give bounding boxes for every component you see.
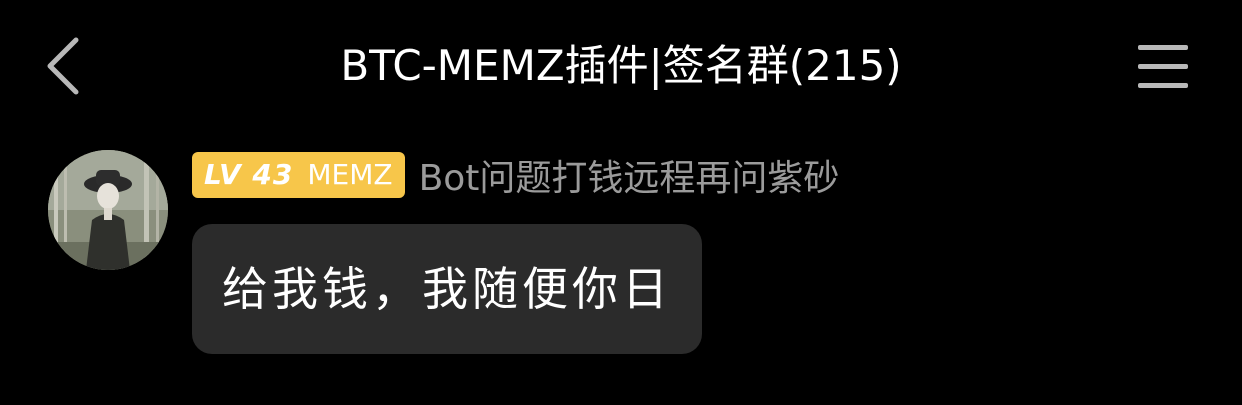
badge-name: MEMZ <box>307 158 393 191</box>
avatar-image <box>48 150 168 270</box>
level-text: LV 43 <box>204 158 294 191</box>
chat-title: BTC-MEMZ插件|签名群(215) <box>340 41 902 90</box>
hamburger-menu-icon <box>1138 45 1188 88</box>
chevron-left-icon <box>47 37 79 95</box>
avatar[interactable] <box>48 150 168 270</box>
sender-name[interactable]: Bot问题打钱远程再问紫砂 <box>419 149 840 201</box>
message-row: LV 43 MEMZ Bot问题打钱远程再问紫砂 给我钱，我随便你日 <box>48 150 1208 370</box>
menu-button[interactable] <box>1136 42 1192 92</box>
message-bubble[interactable]: 给我钱，我随便你日 <box>192 224 702 354</box>
level-badge: LV 43 MEMZ <box>192 152 405 198</box>
sender-line: LV 43 MEMZ Bot问题打钱远程再问紫砂 <box>192 150 839 200</box>
back-button[interactable] <box>40 34 88 98</box>
chat-screen: BTC-MEMZ插件|签名群(215) LV 43 MEMZ Bot问题打钱远程… <box>0 0 1242 405</box>
